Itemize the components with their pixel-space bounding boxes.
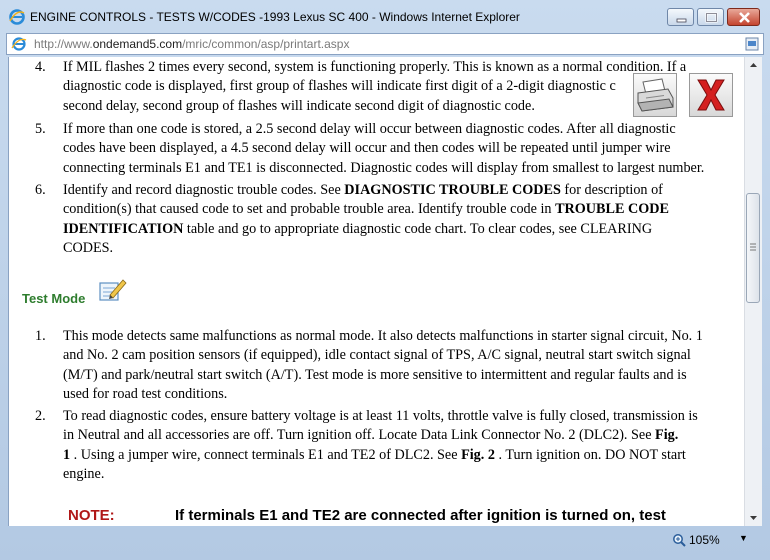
ie-logo-icon xyxy=(9,9,25,25)
section-title-test-mode: Test Mode xyxy=(22,291,86,306)
vertical-scrollbar[interactable] xyxy=(744,57,762,526)
item-line: CODES. xyxy=(63,239,114,256)
feed-icon[interactable] xyxy=(745,37,759,51)
item-number: 4. xyxy=(35,59,46,75)
item-number: 2. xyxy=(35,408,46,424)
item-line: and No. 2 cam position sensors (if equip… xyxy=(63,347,691,364)
item-line: This mode detects same malfunctions as n… xyxy=(63,328,703,344)
notepad-icon[interactable] xyxy=(97,277,127,303)
text-run: in Neutral and all accessories are off. … xyxy=(63,427,656,444)
link-fig-2[interactable]: Fig. 2 xyxy=(461,447,495,463)
page-icon xyxy=(11,37,27,51)
url-domain: ondemand5.com xyxy=(92,37,183,51)
chevron-down-icon[interactable]: ▼ xyxy=(739,533,748,543)
zoom-level: 105% xyxy=(689,533,720,547)
item-line: (M/T) and park/neutral start switch (A/T… xyxy=(63,366,687,383)
scroll-up-icon[interactable] xyxy=(745,57,762,73)
maximize-icon xyxy=(705,12,718,23)
link-trouble-code: TROUBLE CODE xyxy=(555,201,669,218)
status-bar: 105% ▼ xyxy=(8,528,762,552)
window-title: ENGINE CONTROLS - TESTS W/CODES -1993 Le… xyxy=(30,10,520,24)
url-prefix: http://www. xyxy=(34,37,93,51)
close-x-icon xyxy=(697,79,725,111)
grip-icon xyxy=(750,243,756,251)
item-line: in Neutral and all accessories are off. … xyxy=(63,426,739,445)
close-icon xyxy=(739,12,750,23)
scroll-down-icon[interactable] xyxy=(745,510,762,526)
maximize-button[interactable] xyxy=(697,8,724,26)
item-line: engine. xyxy=(63,465,105,482)
text-run: Identify and record diagnostic trouble c… xyxy=(63,182,345,198)
item-number: 5. xyxy=(35,121,46,137)
item-line: codes have been displayed, a 4.5 second … xyxy=(63,140,671,157)
item-line: Identify and record diagnostic trouble c… xyxy=(63,181,739,200)
text-run: . Turn ignition on. DO NOT start xyxy=(494,446,686,463)
link-identification: IDENTIFICATION xyxy=(63,220,184,237)
address-url[interactable]: http://www.ondemand5.com/mric/common/asp… xyxy=(34,37,349,51)
text-run: . Using a jumper wire, connect terminals… xyxy=(70,446,462,463)
link-fig-1[interactable]: Fig. xyxy=(655,427,678,443)
item-number: 1. xyxy=(35,328,46,344)
item-line: To read diagnostic codes, ensure battery… xyxy=(63,408,698,424)
text-run: condition(s) that caused code to set and… xyxy=(63,201,556,218)
scrollbar-thumb[interactable] xyxy=(746,193,760,303)
print-button[interactable] xyxy=(633,73,677,117)
item-number: 6. xyxy=(35,182,46,198)
item-line: used for road test conditions. xyxy=(63,385,228,402)
item-line: connecting terminals E1 and TE1 is disco… xyxy=(63,159,705,176)
item-line: condition(s) that caused code to set and… xyxy=(63,200,739,219)
minimize-button[interactable] xyxy=(667,8,694,26)
note-text: If terminals E1 and TE2 are connected af… xyxy=(175,507,666,524)
print-icon xyxy=(637,78,674,112)
window-close-button[interactable] xyxy=(727,8,760,26)
url-path: /mric/common/asp/printart.aspx xyxy=(182,37,350,51)
note-label: NOTE: xyxy=(68,507,115,524)
title-bar: ENGINE CONTROLS - TESTS W/CODES -1993 Le… xyxy=(0,0,770,34)
text-run: for description of xyxy=(560,182,663,198)
text-run: table and go to appropriate diagnostic c… xyxy=(183,220,653,237)
link-diagnostic-trouble-codes: DIAGNOSTIC TROUBLE CODES xyxy=(344,182,561,198)
zoom-icon xyxy=(673,534,686,547)
item-line: 1 . Using a jumper wire, connect termina… xyxy=(63,446,739,465)
address-bar[interactable]: http://www.ondemand5.com/mric/common/asp… xyxy=(6,33,764,55)
browser-window: ENGINE CONTROLS - TESTS W/CODES -1993 Le… xyxy=(0,0,770,560)
item-line: IDENTIFICATION table and go to appropria… xyxy=(63,220,739,239)
page-content: 4. If MIL flashes 2 times every second, … xyxy=(8,57,745,526)
item-line: If more than one code is stored, a 2.5 s… xyxy=(63,121,676,137)
close-page-button[interactable] xyxy=(689,73,733,117)
minimize-icon xyxy=(676,18,687,23)
